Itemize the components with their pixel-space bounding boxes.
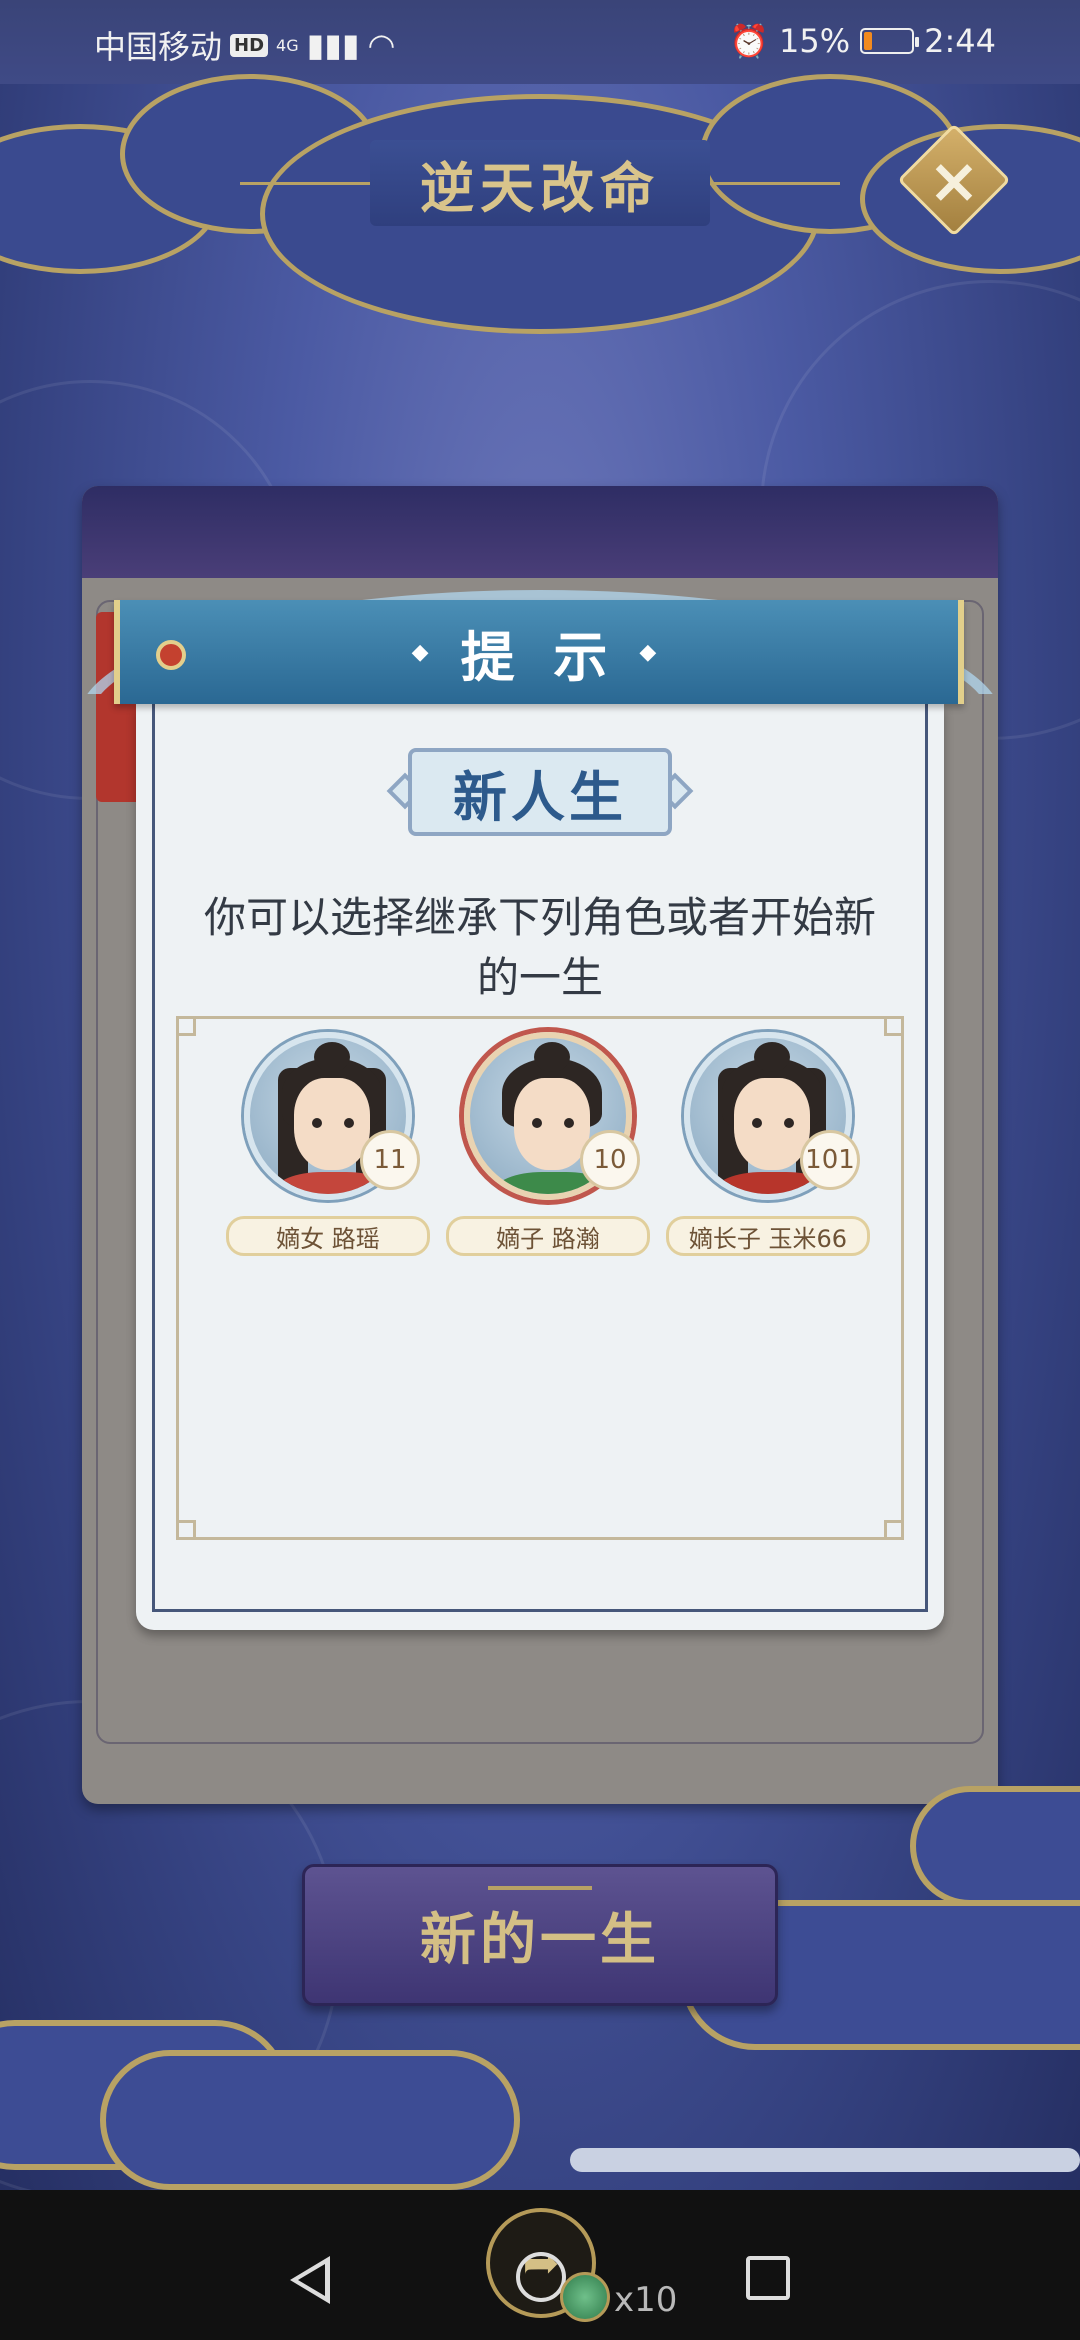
dialog-header: ◆ 提 示 ◆ [114, 600, 964, 704]
eye-shape [752, 1118, 762, 1128]
dialog-title: 提 示 [460, 625, 618, 689]
screen-title: 逆天改命 [370, 140, 710, 226]
close-icon[interactable]: × [914, 140, 994, 220]
hair-bun-shape [754, 1042, 790, 1072]
face-shape [514, 1078, 590, 1170]
frame-corner [884, 1520, 904, 1540]
frame-corner [884, 1016, 904, 1036]
character-name: 嫡子 路瀚 [446, 1216, 650, 1256]
battery-fill [864, 32, 872, 50]
signal-icon: ▮▮▮ [306, 26, 360, 64]
battery-percent: 15% [779, 22, 851, 60]
wave-ornament [910, 1786, 1080, 1906]
clock: 2:44 [924, 22, 996, 60]
carrier-label: 中国移动 [94, 28, 223, 66]
recent-apps-icon[interactable] [746, 2256, 790, 2300]
title-divider-left [240, 182, 370, 185]
battery-icon [860, 28, 920, 54]
dialog-message: 你可以选择继承下列角色或者开始新的一生 [203, 893, 876, 1002]
wifi-icon: ◠ [367, 26, 396, 64]
status-bar: 中国移动 HD 4G ▮▮▮ ◠ ⏰ 15% 2:44 [0, 0, 1080, 84]
character-name: 嫡女 路瑶 [226, 1216, 430, 1256]
frame-corner [176, 1016, 196, 1036]
character-name: 嫡长子 玉米66 [666, 1216, 870, 1256]
hair-bun-shape [534, 1042, 570, 1072]
hair-bun-shape [314, 1042, 350, 1072]
eye-shape [564, 1118, 574, 1128]
button-ornament [488, 1886, 592, 1890]
alarm-icon: ⏰ [729, 22, 770, 60]
eye-shape [784, 1118, 794, 1128]
level-badge: 101 [800, 1130, 860, 1190]
eye-shape [312, 1118, 322, 1128]
frame-corner [176, 1520, 196, 1540]
title-divider-right [710, 182, 840, 185]
dialog-subtitle: 新人生 [408, 748, 672, 836]
bead-ornament [156, 640, 186, 670]
back-icon-inner [298, 2264, 325, 2296]
background-panel-header [82, 486, 998, 578]
eye-shape [344, 1118, 354, 1128]
level-badge: 10 [580, 1130, 640, 1190]
hd-badge: HD [230, 33, 269, 57]
game-screen: 中国移动 HD 4G ▮▮▮ ◠ ⏰ 15% 2:44 逆天改命 × ◆ 提 示… [0, 0, 1080, 2340]
diamond-icon: ◆ [411, 639, 439, 665]
light-strip [570, 2148, 1080, 2172]
level-badge: 11 [360, 1130, 420, 1190]
coin-icon [560, 2272, 610, 2322]
wave-ornament [100, 2050, 520, 2190]
home-icon[interactable] [516, 2252, 566, 2302]
diamond-icon: ◆ [639, 639, 667, 665]
face-shape [734, 1078, 810, 1170]
eye-shape [532, 1118, 542, 1128]
coin-count: x10 [614, 2280, 678, 2320]
face-shape [294, 1078, 370, 1170]
network-type: 4G [276, 35, 299, 55]
